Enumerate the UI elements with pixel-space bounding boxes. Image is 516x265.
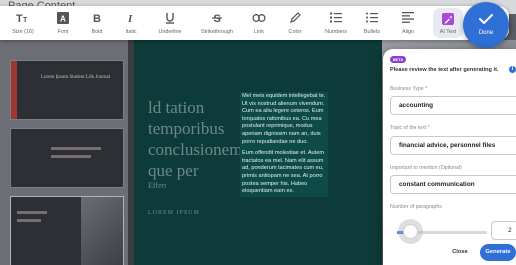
bulleted-list-icon — [366, 11, 378, 24]
business-type-label: Business Type * — [390, 86, 428, 92]
font-button[interactable]: A Font — [46, 6, 80, 40]
ai-text-label: AI Text — [439, 29, 457, 35]
underline-button[interactable]: Underline — [150, 6, 190, 40]
business-type-field[interactable]: accounting — [390, 96, 516, 115]
svg-text:T: T — [16, 13, 23, 24]
done-button[interactable]: Done — [463, 2, 509, 48]
underline-label: Underline — [158, 29, 182, 35]
paragraphs-label: Number of paragraphs — [390, 204, 442, 210]
link-icon — [252, 11, 266, 24]
italic-button[interactable]: I Italic — [116, 6, 146, 40]
checkmark-icon — [477, 12, 495, 31]
size-label: Size (16) — [12, 29, 34, 35]
svg-text:I: I — [127, 13, 133, 24]
link-button[interactable]: Link — [244, 6, 274, 40]
align-icon — [402, 11, 414, 24]
font-icon: A — [57, 11, 69, 24]
color-button[interactable]: Color — [280, 6, 310, 40]
svg-text:B: B — [93, 13, 101, 24]
text-size-icon: TT — [16, 11, 30, 24]
thumbnail-image — [81, 197, 123, 265]
ai-text-button[interactable]: AI Text — [433, 8, 463, 38]
svg-text:A: A — [60, 14, 66, 23]
svg-text:T: T — [23, 17, 28, 24]
thumbnail-line — [17, 219, 41, 222]
align-button[interactable]: Align — [394, 6, 422, 40]
mention-field[interactable]: constant communication — [390, 175, 516, 194]
size-button[interactable]: TT Size (16) — [6, 6, 40, 40]
beta-badge: BETA — [390, 56, 406, 63]
color-label: Color — [288, 29, 302, 35]
bullets-label: Bullets — [363, 29, 381, 35]
numbers-label: Numbers — [325, 29, 347, 35]
italic-icon: I — [126, 11, 136, 24]
mention-value: constant communication — [399, 181, 475, 188]
body-paragraph-1: Mel meis equidem intellegebat te. Ut vix… — [242, 93, 326, 145]
paragraphs-number-field[interactable]: 2 — [491, 221, 516, 240]
body-paragraph-2: Eum offendit molestiae et. Autem tractat… — [242, 150, 324, 195]
thumbnail-label: Lorem Ipsum Student Life Journal — [41, 75, 111, 80]
slide-thumbnail-active[interactable] — [10, 196, 124, 265]
slide-thumbnails-panel: Lorem Ipsum Student Life Journal — [0, 40, 128, 265]
font-label: Font — [57, 29, 69, 35]
paragraphs-slider[interactable] — [397, 224, 487, 239]
bold-button[interactable]: B Bold — [82, 6, 112, 40]
business-type-value: accounting — [399, 102, 434, 109]
text-toolbar: TT Size (16) A Font B Bold I Italic Unde… — [0, 2, 509, 48]
close-button[interactable]: Close — [443, 244, 477, 261]
done-label: Done — [478, 30, 494, 36]
mention-label: Important to mention (Optional) — [390, 165, 462, 171]
slider-handle[interactable] — [403, 224, 418, 239]
generate-button[interactable]: Generate — [480, 244, 516, 261]
color-icon — [289, 11, 301, 24]
slide-caption[interactable]: LOREM IPSUM — [148, 210, 200, 216]
ai-text-icon — [442, 13, 454, 25]
slide-title[interactable]: ld tation temporibus conclusionem que pe… — [148, 97, 242, 181]
slide-thumbnail[interactable]: Lorem Ipsum Student Life Journal — [10, 60, 124, 120]
bold-label: Bold — [91, 29, 103, 35]
info-icon[interactable]: i — [509, 66, 516, 73]
selected-text-box[interactable]: Mel meis equidem intellegebat te. Ut vix… — [240, 92, 328, 197]
slide-canvas[interactable]: ld tation temporibus conclusionem que pe… — [134, 40, 382, 265]
topic-label: Topic of the text * — [390, 125, 430, 131]
thumbnail-line — [17, 211, 47, 214]
topic-value: financial advice, personnel files — [399, 142, 496, 149]
numbered-list-icon — [330, 11, 342, 24]
review-instruction: Please review the text after generating … — [390, 67, 499, 73]
bold-icon: B — [92, 11, 102, 24]
align-label: Align — [402, 29, 414, 35]
link-label: Link — [254, 29, 264, 35]
thumbnail-accent — [11, 61, 17, 119]
italic-label: Italic — [125, 29, 137, 35]
numbers-button[interactable]: Numbers — [318, 6, 354, 40]
topic-field[interactable]: financial advice, personnel files — [390, 136, 516, 155]
underline-icon — [165, 11, 175, 24]
strikethrough-icon: S — [212, 11, 222, 24]
strikethrough-button[interactable]: S Strikethrough — [194, 6, 240, 40]
ai-text-panel: BETA Please review the text after genera… — [383, 49, 516, 265]
slide-subtitle[interactable]: Effert — [148, 181, 167, 190]
thumbnail-line — [51, 155, 91, 158]
bullets-button[interactable]: Bullets — [356, 6, 388, 40]
thumbnail-line — [51, 147, 101, 150]
strikethrough-label: Strikethrough — [200, 29, 234, 35]
slide-thumbnail[interactable] — [10, 128, 124, 188]
